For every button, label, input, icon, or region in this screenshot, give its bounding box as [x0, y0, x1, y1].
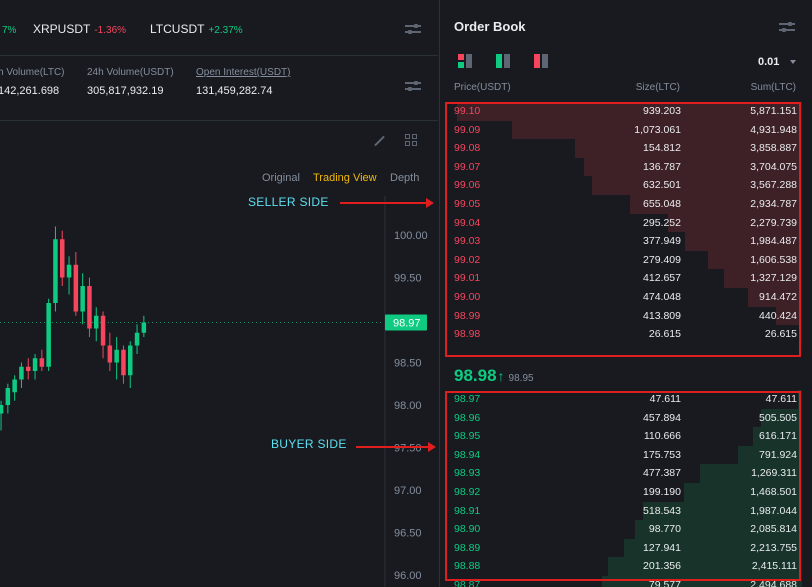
candle-body-up	[128, 345, 133, 376]
tab-depth[interactable]: Depth	[390, 172, 419, 184]
ticker-symbol: XRPUSDT	[33, 22, 91, 36]
settings-sliders-icon[interactable]	[779, 20, 795, 34]
stat-volume-usdt: 24h Volume(USDT) 305,817,932.19	[87, 67, 174, 97]
stat-label: 24h Volume(USDT)	[87, 67, 174, 78]
candle-body-up	[5, 388, 11, 405]
mark-price: 98.95	[508, 373, 534, 384]
buyer-arrow-icon	[356, 442, 436, 452]
chart-panel: 7% XRPUSDT -1.36% LTCUSDT +2.37% h Volume(…	[0, 0, 438, 587]
candle-body-up	[53, 239, 58, 303]
candle-body-up	[94, 315, 99, 329]
stat-open-interest[interactable]: Open Interest(USDT) 131,459,282.74	[196, 67, 290, 97]
candle-body-up	[19, 366, 24, 380]
stat-value: 131,459,282.74	[196, 85, 273, 97]
tab-trading-view[interactable]: Trading View	[313, 172, 377, 184]
candle-body-up	[80, 286, 85, 312]
price-axis-label: 96.00	[394, 570, 422, 582]
candle-body-up	[134, 332, 140, 346]
ticker-change: +2.37%	[208, 25, 243, 36]
ticker-item-ltcusdt[interactable]: LTCUSDT +2.37%	[150, 22, 243, 36]
candle-body-down	[73, 264, 79, 312]
price-axis-label: 96.50	[394, 528, 422, 540]
candle-body-down	[26, 366, 31, 371]
order-book-title: Order Book	[454, 19, 526, 34]
candle-body-up	[0, 405, 4, 414]
ticker-item[interactable]: 7%	[0, 22, 16, 36]
settings-sliders-icon[interactable]	[405, 79, 421, 93]
price-axis-label: 98.00	[394, 400, 422, 412]
stat-value: 142,261.698	[0, 85, 60, 97]
chart-toolbar	[0, 122, 438, 158]
expand-icon[interactable]	[372, 134, 386, 148]
stat-value: 305,817,932.19	[87, 85, 164, 97]
stat-volume-ltc: h Volume(LTC) 142,261.698	[0, 67, 65, 97]
stat-label: h Volume(LTC)	[0, 67, 65, 78]
candle-body-up	[141, 322, 147, 333]
candle-body-down	[100, 315, 106, 346]
seller-arrow-icon	[340, 198, 434, 208]
price-axis-label: 99.50	[394, 273, 422, 285]
chevron-down-icon[interactable]	[790, 60, 796, 64]
last-price: 98.98	[454, 366, 497, 385]
candle-body-down	[121, 349, 126, 376]
ticker-bar: 7% XRPUSDT -1.36% LTCUSDT +2.37%	[0, 0, 438, 56]
candle-body-up	[46, 303, 51, 367]
price-axis-label: 97.50	[394, 443, 422, 455]
stats-bar: h Volume(LTC) 142,261.698 24h Volume(USD…	[0, 57, 438, 121]
price-axis-label: 98.50	[394, 358, 422, 370]
sell-side-icon[interactable]	[534, 54, 548, 68]
price-step-select[interactable]: 0.01	[758, 56, 779, 68]
buy-side-icon[interactable]	[496, 54, 510, 68]
grid-layout-icon[interactable]	[405, 134, 419, 148]
ticker-change: 7%	[2, 25, 17, 36]
seller-side-highlight	[445, 102, 801, 357]
candle-body-down	[87, 286, 92, 329]
buyer-side-label: BUYER SIDE	[271, 437, 347, 451]
candle-body-up	[66, 264, 72, 278]
candle-body-up	[32, 358, 38, 371]
current-price-label: 98.97	[393, 318, 421, 330]
candle-body-down	[107, 345, 113, 363]
arrow-up-icon: ↑	[497, 368, 505, 384]
ticker-item-xrpusdt[interactable]: XRPUSDT -1.36%	[33, 22, 126, 36]
seller-side-label: SELLER SIDE	[248, 195, 329, 209]
ticker-change: -1.36%	[94, 25, 127, 36]
price-axis-label: 100.00	[394, 230, 428, 242]
both-sides-icon[interactable]	[458, 54, 472, 68]
last-price-row: 98.98↑ 98.95	[454, 366, 534, 386]
candle-body-up	[12, 379, 17, 393]
col-header-sum: Sum(LTC)	[750, 82, 796, 93]
col-header-size: Size(LTC)	[635, 82, 680, 93]
candle-body-up	[114, 349, 119, 363]
candlestick-chart-canvas[interactable]: 100.0099.5099.0098.5098.0097.5097.0096.5…	[0, 196, 438, 587]
col-header-price: Price(USDT)	[454, 82, 511, 93]
stat-label[interactable]: Open Interest(USDT)	[196, 67, 290, 78]
candle-body-down	[60, 239, 65, 278]
settings-sliders-icon[interactable]	[405, 22, 421, 36]
candlestick-chart[interactable]: 100.0099.5099.0098.5098.0097.5097.0096.5…	[0, 196, 438, 587]
ticker-symbol: LTCUSDT	[150, 22, 205, 36]
buyer-side-highlight	[445, 391, 801, 581]
price-axis-label: 97.00	[394, 485, 422, 497]
candle-body-down	[39, 358, 45, 367]
tab-original[interactable]: Original	[262, 172, 300, 184]
